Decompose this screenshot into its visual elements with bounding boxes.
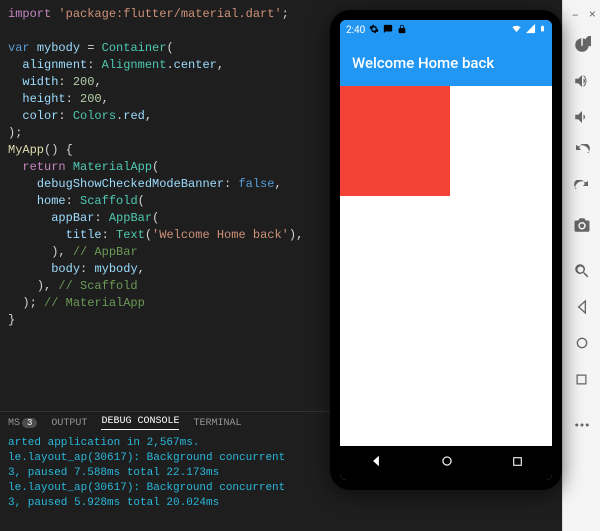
camera-icon[interactable]	[567, 210, 597, 240]
gear-icon	[369, 24, 379, 37]
android-status-bar: 2:40	[340, 20, 552, 40]
nav-home-icon[interactable]	[440, 454, 454, 472]
battery-icon	[539, 23, 546, 37]
nav-back-triangle-icon[interactable]	[567, 292, 597, 322]
appbar-title: Welcome Home back	[352, 54, 494, 72]
emulator-toolbar: – ×	[562, 0, 600, 531]
red-container	[340, 86, 450, 196]
problems-badge: 3	[22, 418, 37, 428]
tab-output[interactable]: OUTPUT	[51, 418, 87, 429]
nav-recent-square-icon[interactable]	[567, 364, 597, 394]
nav-home-circle-icon[interactable]	[567, 328, 597, 358]
tab-terminal[interactable]: TERMINAL	[193, 418, 241, 429]
volume-down-icon[interactable]	[567, 102, 597, 132]
more-icon[interactable]	[567, 410, 597, 440]
tab-debug-console[interactable]: DEBUG CONSOLE	[101, 416, 179, 430]
android-emulator-frame: 2:40 Welcome Home back	[330, 10, 562, 490]
message-icon	[383, 24, 393, 37]
android-nav-bar	[340, 446, 552, 480]
rotate-right-icon[interactable]	[567, 174, 597, 204]
nav-recent-icon[interactable]	[511, 455, 524, 472]
app-bar: Welcome Home back	[340, 40, 552, 86]
window-minimize-button[interactable]: –	[572, 8, 579, 22]
wifi-icon	[511, 23, 522, 37]
tab-problems[interactable]: MS3	[8, 418, 37, 429]
volume-up-icon[interactable]	[567, 66, 597, 96]
scaffold-body	[340, 86, 552, 446]
lock-icon	[397, 24, 407, 37]
status-clock: 2:40	[346, 25, 365, 36]
window-close-button[interactable]: ×	[589, 8, 596, 22]
zoom-icon[interactable]	[567, 256, 597, 286]
power-icon[interactable]	[567, 30, 597, 60]
nav-back-icon[interactable]	[369, 454, 383, 472]
phone-screen[interactable]: 2:40 Welcome Home back	[340, 20, 552, 480]
signal-icon	[525, 23, 536, 37]
rotate-left-icon[interactable]	[567, 138, 597, 168]
